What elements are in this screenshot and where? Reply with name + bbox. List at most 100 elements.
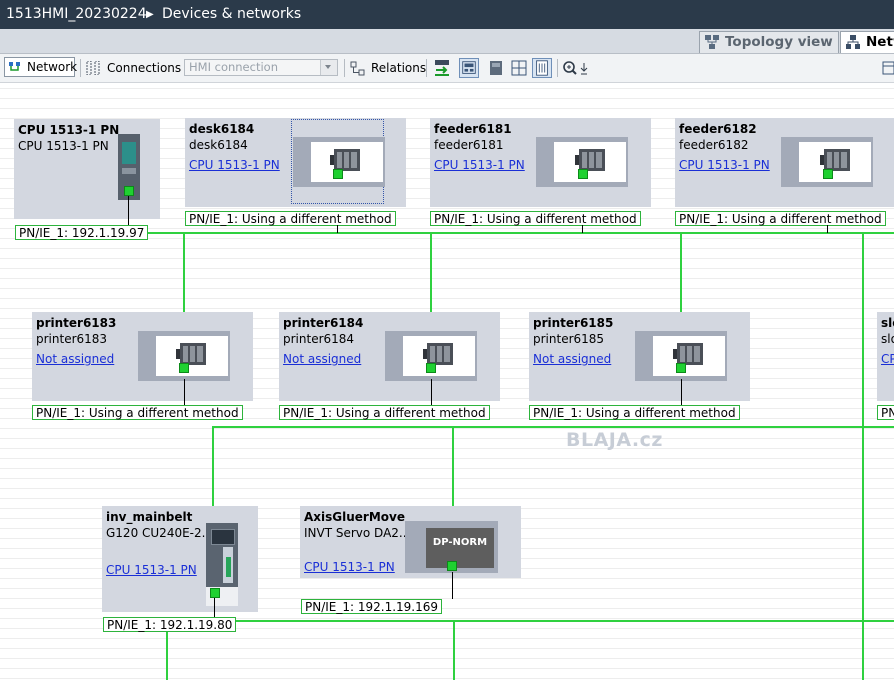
relations-button[interactable]: Relations xyxy=(371,58,426,78)
topology-icon xyxy=(705,35,719,49)
device-name: slo xyxy=(881,316,894,330)
tab-topology-view[interactable]: Topology view xyxy=(699,31,839,53)
device-type: printer6185 xyxy=(533,332,605,346)
device-port[interactable] xyxy=(447,561,457,571)
network-bus-1 xyxy=(125,232,894,234)
feeder6181-interface-label[interactable]: PN/IE_1: Using a different method xyxy=(430,211,641,226)
device-name: feeder6181 xyxy=(434,122,512,136)
port-link xyxy=(582,225,583,233)
device-type: G120 CU240E-2... xyxy=(106,526,214,540)
printer6185-interface-label[interactable]: PN/IE_1: Using a different method xyxy=(529,405,740,420)
grid-icon[interactable] xyxy=(509,58,529,78)
network-button-label: Network xyxy=(27,60,78,74)
printer6183-interface-label[interactable]: PN/IE_1: Using a different method xyxy=(32,405,243,420)
device-port[interactable] xyxy=(179,363,189,373)
device-port[interactable] xyxy=(578,169,588,179)
axis-interface-label[interactable]: PN/IE_1: 192.1.19.169 xyxy=(301,599,443,614)
network-bus-3 xyxy=(166,620,894,622)
relations-icon[interactable] xyxy=(350,61,365,76)
port-link xyxy=(184,379,185,405)
device-assignment-link[interactable]: CPU 1513-1 PN xyxy=(304,560,395,574)
toolbar-separator xyxy=(426,59,427,77)
device-type: CPU 1513-1 PN xyxy=(18,139,109,153)
desk6184-interface-label[interactable]: PN/IE_1: Using a different method xyxy=(185,211,396,226)
overview-icon[interactable] xyxy=(532,58,552,78)
drive-module xyxy=(206,523,238,587)
drop-line xyxy=(453,620,455,680)
device-name: printer6183 xyxy=(36,316,117,330)
network-bus-2 xyxy=(212,426,894,428)
device-partial-right[interactable]: slo slo CP xyxy=(877,312,894,401)
device-printer6185[interactable]: printer6185 printer6185 Not assigned xyxy=(529,312,750,401)
feeder6182-interface-label[interactable]: PN/IE_1: Using a different method xyxy=(675,211,886,226)
device-port[interactable] xyxy=(426,363,436,373)
tab-network-view[interactable]: Netw xyxy=(840,31,894,53)
port-link xyxy=(681,379,682,405)
toolbar-separator xyxy=(80,59,81,77)
device-assignment-link[interactable]: CPU 1513-1 PN xyxy=(106,563,197,577)
chevron-down-icon[interactable] xyxy=(320,60,337,75)
device-type: printer6184 xyxy=(283,332,355,346)
device-printer6183[interactable]: printer6183 printer6183 Not assigned xyxy=(32,312,253,401)
device-type: printer6183 xyxy=(36,332,108,346)
view-tabs-bar: Topology view Netw xyxy=(0,29,894,54)
device-assignment-link[interactable]: CPU 1513-1 PN xyxy=(189,158,280,172)
device-name: printer6185 xyxy=(533,316,614,330)
device-assignment-link[interactable]: Not assigned xyxy=(533,352,611,366)
network-bus-riser xyxy=(862,232,864,680)
partial-interface-label[interactable]: PN xyxy=(877,405,894,420)
device-view-icon[interactable] xyxy=(486,58,506,78)
device-type: slo xyxy=(881,332,894,346)
device-feeder6181[interactable]: feeder6181 feeder6181 CPU 1513-1 PN xyxy=(430,118,651,207)
device-name: CPU 1513-1 PN xyxy=(18,123,120,137)
device-printer6184[interactable]: printer6184 printer6184 Not assigned xyxy=(279,312,500,401)
cpu-interface-label[interactable]: PN/IE_1: 192.1.19.97 xyxy=(15,225,149,240)
network-icon xyxy=(846,35,860,49)
device-assignment-link[interactable]: Not assigned xyxy=(283,352,361,366)
device-type: feeder6181 xyxy=(434,138,504,152)
port-link xyxy=(827,225,828,233)
device-port[interactable] xyxy=(333,169,343,179)
device-name: feeder6182 xyxy=(679,122,757,136)
device-name: AxisGluerMove xyxy=(304,510,405,524)
project-title: 1513HMI_20230224 xyxy=(6,6,147,22)
assign-names-icon[interactable] xyxy=(432,58,452,78)
connection-type-select[interactable]: HMI connection xyxy=(184,59,338,76)
printer6184-interface-label[interactable]: PN/IE_1: Using a different method xyxy=(279,405,490,420)
inv-mainbelt-interface-label[interactable]: PN/IE_1: 192.1.19.80 xyxy=(103,617,237,632)
device-axis-gluer-move[interactable]: AxisGluerMove INVT Servo DA2... CPU 1513… xyxy=(300,506,521,578)
port-link xyxy=(431,379,432,405)
device-port[interactable] xyxy=(676,363,686,373)
device-desk6184[interactable]: desk6184 desk6184 CPU 1513-1 PN xyxy=(185,118,406,207)
show-interfaces-icon[interactable] xyxy=(459,58,479,78)
network-button[interactable]: Network xyxy=(4,57,78,77)
device-port[interactable] xyxy=(823,169,833,179)
device-inv-mainbelt[interactable]: inv_mainbelt G120 CU240E-2... CPU 1513-1… xyxy=(102,506,258,612)
network-mode-icon xyxy=(9,62,20,71)
device-name: inv_mainbelt xyxy=(106,510,193,524)
cpu-port[interactable] xyxy=(124,186,134,196)
device-port[interactable] xyxy=(210,588,220,598)
device-type: INVT Servo DA2... xyxy=(304,526,411,540)
device-assignment-link[interactable]: CP xyxy=(881,352,894,366)
port-link xyxy=(452,572,453,599)
toolbar-separator xyxy=(557,59,558,77)
device-assignment-link[interactable]: CPU 1513-1 PN xyxy=(679,158,770,172)
device-name: desk6184 xyxy=(189,122,255,136)
device-assignment-link[interactable]: Not assigned xyxy=(36,352,114,366)
connections-icon[interactable] xyxy=(86,61,100,75)
zoom-icon[interactable] xyxy=(562,60,590,76)
port-link xyxy=(128,196,129,225)
toolbar-separator xyxy=(344,59,345,77)
title-bar: 1513HMI_20230224 ▶ Devices & networks xyxy=(0,0,894,29)
connections-button[interactable]: Connections xyxy=(107,58,181,78)
watermark: BLAJA.cz xyxy=(566,429,663,451)
device-cpu[interactable]: CPU 1513-1 PN CPU 1513-1 PN xyxy=(14,119,160,219)
device-feeder6182[interactable]: feeder6182 feeder6182 CPU 1513-1 PN xyxy=(675,118,894,207)
section-title: Devices & networks xyxy=(162,6,302,22)
port-link xyxy=(337,225,338,233)
device-type: feeder6182 xyxy=(679,138,749,152)
panel-toggle-icon[interactable] xyxy=(882,60,894,76)
device-assignment-link[interactable]: CPU 1513-1 PN xyxy=(434,158,525,172)
network-canvas[interactable]: CPU 1513-1 PN CPU 1513-1 PN PN/IE_1: 192… xyxy=(0,83,894,680)
